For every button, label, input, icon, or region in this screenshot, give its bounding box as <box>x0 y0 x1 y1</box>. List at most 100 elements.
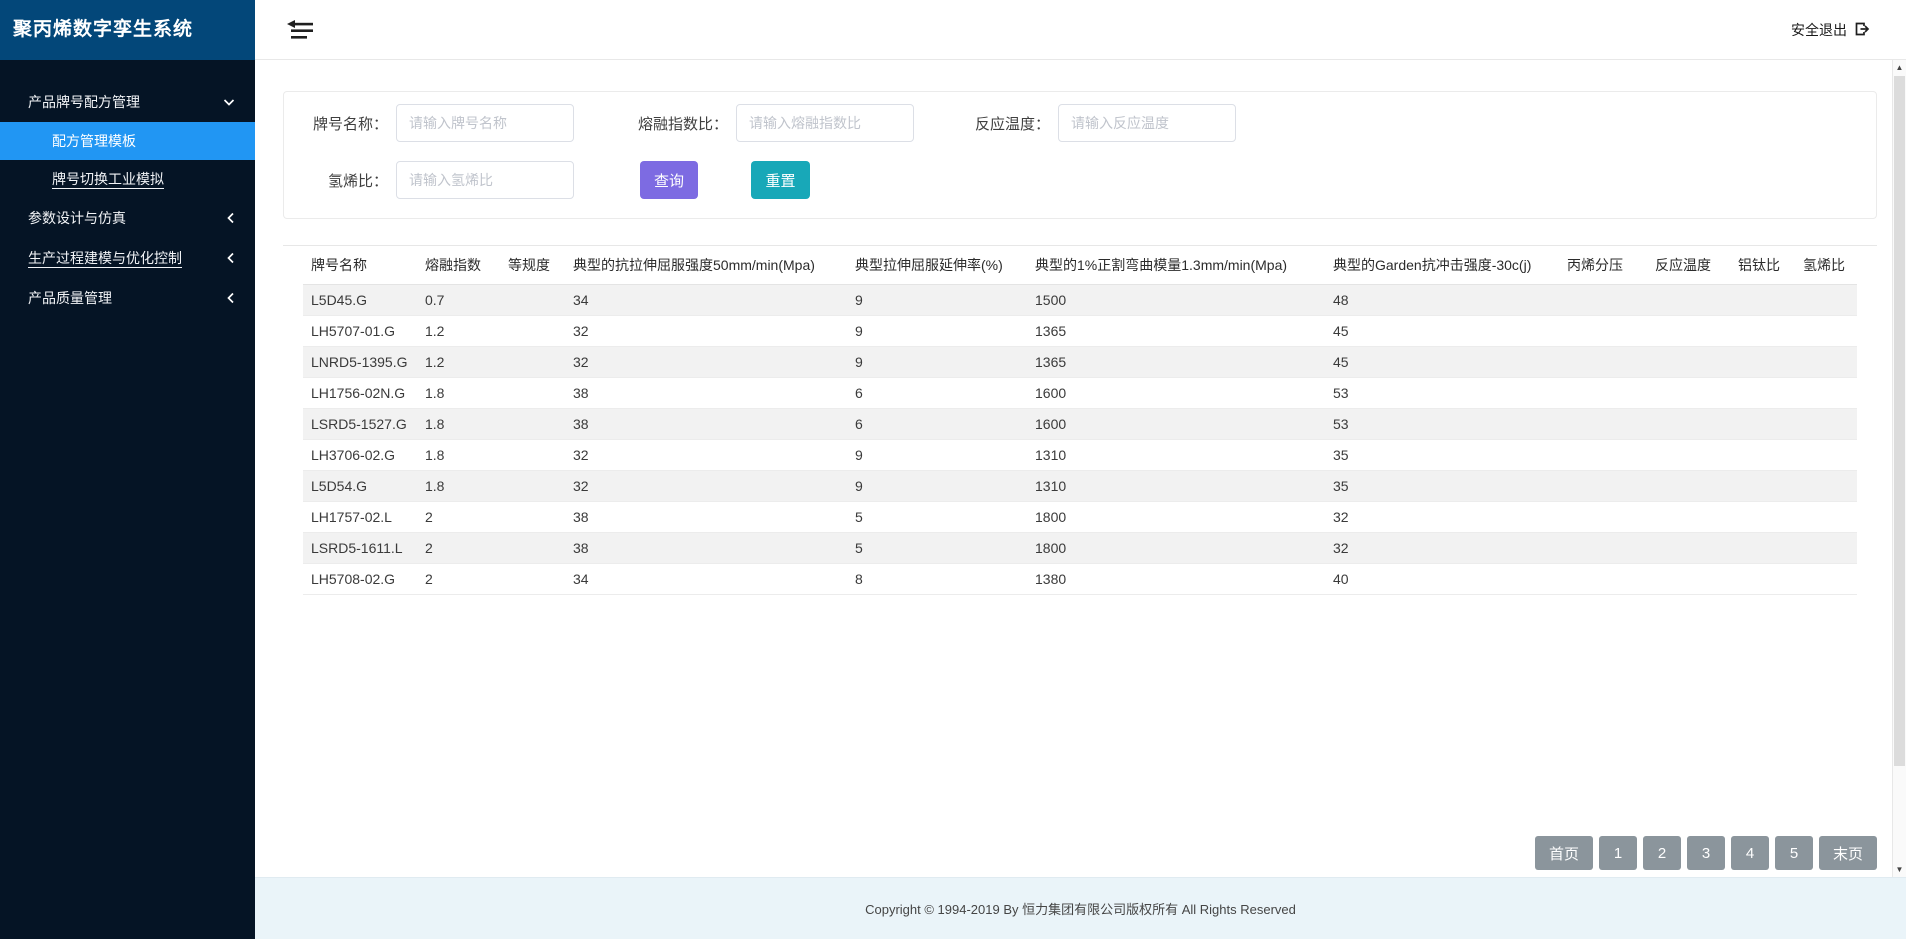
logout-icon <box>1854 21 1870 40</box>
table-row: L5D45.G 0.7 34 9 1500 48 <box>303 284 1857 315</box>
cell-flexural-modulus: 1365 <box>1027 315 1325 346</box>
table-row: LNRD5-1395.G 1.2 32 9 1365 45 <box>303 346 1857 377</box>
cell-yield-elongation: 5 <box>847 501 1027 532</box>
cell-propylene-partial-pressure <box>1559 501 1647 532</box>
cell-tensile-yield-strength: 32 <box>565 315 847 346</box>
cell-isotacticity <box>500 470 565 501</box>
cell-hydrogen-olefin-ratio <box>1795 501 1857 532</box>
cell-hydrogen-olefin-ratio <box>1795 470 1857 501</box>
cell-tensile-yield-strength: 38 <box>565 532 847 563</box>
sidebar-nav: 产品牌号配方管理 配方管理模板 牌号切换工业模拟 参数设计与仿真 生产过程建模与… <box>0 60 255 318</box>
cell-reaction-temperature <box>1647 284 1730 315</box>
top-header: 安全退出 <box>255 0 1906 60</box>
pagination-page-button[interactable]: 4 <box>1731 836 1769 870</box>
cell-gardner-impact: 32 <box>1325 501 1559 532</box>
pagination-first-button[interactable]: 首页 <box>1535 836 1593 870</box>
cell-hydrogen-olefin-ratio <box>1795 439 1857 470</box>
cell-grade-name: LH5708-02.G <box>303 563 417 594</box>
cell-propylene-partial-pressure <box>1559 563 1647 594</box>
reaction-temperature-input[interactable] <box>1058 104 1236 142</box>
cell-flexural-modulus: 1800 <box>1027 532 1325 563</box>
copyright-text: Copyright © 1994-2019 By 恒力集团有限公司版权所有 Al… <box>865 899 1296 918</box>
sidebar-item-label: 配方管理模板 <box>52 133 136 149</box>
app-title: 聚丙烯数字孪生系统 <box>0 0 255 60</box>
hydrogen-olefin-ratio-input[interactable] <box>396 161 574 199</box>
table-header-row: 牌号名称 熔融指数 等规度 典型的抗拉伸屈服强度50mm/min(Mpa) 典型… <box>303 246 1857 284</box>
cell-gardner-impact: 40 <box>1325 563 1559 594</box>
vertical-scrollbar[interactable]: ▲ ▼ <box>1892 60 1906 877</box>
cell-yield-elongation: 9 <box>847 439 1027 470</box>
cell-propylene-partial-pressure <box>1559 470 1647 501</box>
reset-button[interactable]: 重置 <box>751 161 810 199</box>
pagination-page-button[interactable]: 2 <box>1643 836 1681 870</box>
cell-isotacticity <box>500 284 565 315</box>
melt-index-ratio-input[interactable] <box>736 104 914 142</box>
col-reaction-temperature: 反应温度 <box>1647 246 1730 284</box>
cell-tensile-yield-strength: 38 <box>565 408 847 439</box>
cell-hydrogen-olefin-ratio <box>1795 346 1857 377</box>
sidebar-item-product-quality-management[interactable]: 产品质量管理 <box>0 278 255 318</box>
cell-al-ti-ratio <box>1730 470 1795 501</box>
table-panel: 牌号名称 熔融指数 等规度 典型的抗拉伸屈服强度50mm/min(Mpa) 典型… <box>283 245 1877 877</box>
col-tensile-yield-strength: 典型的抗拉伸屈服强度50mm/min(Mpa) <box>565 246 847 284</box>
pagination-page-button[interactable]: 1 <box>1599 836 1637 870</box>
cell-al-ti-ratio <box>1730 346 1795 377</box>
cell-tensile-yield-strength: 38 <box>565 377 847 408</box>
table-row: LSRD5-1527.G 1.8 38 6 1600 53 <box>303 408 1857 439</box>
chevron-down-icon <box>223 82 235 122</box>
sidebar-item-label: 产品质量管理 <box>28 290 112 306</box>
collapse-sidebar-icon[interactable] <box>287 20 314 41</box>
filter-row-1: 牌号名称： 熔融指数比： 反应温度： <box>304 104 1856 142</box>
cell-propylene-partial-pressure <box>1559 284 1647 315</box>
col-hydrogen-olefin-ratio: 氢烯比 <box>1795 246 1857 284</box>
cell-grade-name: LSRD5-1527.G <box>303 408 417 439</box>
cell-melt-index: 1.8 <box>417 470 500 501</box>
pagination-last-button[interactable]: 末页 <box>1819 836 1877 870</box>
sidebar-item-product-grade-recipe-management[interactable]: 产品牌号配方管理 <box>0 82 255 122</box>
cell-flexural-modulus: 1365 <box>1027 346 1325 377</box>
pagination-page-button[interactable]: 3 <box>1687 836 1725 870</box>
cell-reaction-temperature <box>1647 439 1730 470</box>
cell-propylene-partial-pressure <box>1559 346 1647 377</box>
cell-yield-elongation: 9 <box>847 315 1027 346</box>
cell-tensile-yield-strength: 34 <box>565 563 847 594</box>
brand-name-input[interactable] <box>396 104 574 142</box>
cell-gardner-impact: 48 <box>1325 284 1559 315</box>
cell-yield-elongation: 8 <box>847 563 1027 594</box>
cell-al-ti-ratio <box>1730 563 1795 594</box>
sidebar-item-parameter-design-simulation[interactable]: 参数设计与仿真 <box>0 198 255 238</box>
scrollbar-up-arrow-icon[interactable]: ▲ <box>1893 60 1906 75</box>
filter-group-brand-name: 牌号名称： <box>304 104 574 142</box>
brand-name-label: 牌号名称： <box>304 113 388 134</box>
cell-gardner-impact: 35 <box>1325 439 1559 470</box>
sidebar-item-grade-switch-industrial-simulation[interactable]: 牌号切换工业模拟 <box>0 160 255 198</box>
sidebar-item-recipe-management-template[interactable]: 配方管理模板 <box>0 122 255 160</box>
scrollbar-thumb[interactable] <box>1894 76 1905 766</box>
chevron-left-icon <box>226 198 235 238</box>
search-button[interactable]: 查询 <box>640 161 698 199</box>
pagination-page-button[interactable]: 5 <box>1775 836 1813 870</box>
logout-label: 安全退出 <box>1791 20 1847 40</box>
filter-row-2: 氢烯比： 查询 重置 <box>304 161 1856 199</box>
cell-reaction-temperature <box>1647 377 1730 408</box>
cell-al-ti-ratio <box>1730 501 1795 532</box>
cell-reaction-temperature <box>1647 315 1730 346</box>
cell-grade-name: LH1757-02.L <box>303 501 417 532</box>
cell-reaction-temperature <box>1647 346 1730 377</box>
cell-melt-index: 1.8 <box>417 408 500 439</box>
cell-propylene-partial-pressure <box>1559 315 1647 346</box>
cell-flexural-modulus: 1500 <box>1027 284 1325 315</box>
logout-button[interactable]: 安全退出 <box>1791 0 1870 60</box>
cell-yield-elongation: 6 <box>847 408 1027 439</box>
cell-flexural-modulus: 1310 <box>1027 439 1325 470</box>
cell-reaction-temperature <box>1647 470 1730 501</box>
sidebar-item-label: 牌号切换工业模拟 <box>52 171 164 187</box>
sidebar-item-production-process-modeling-control[interactable]: 生产过程建模与优化控制 <box>0 238 255 278</box>
scrollbar-down-arrow-icon[interactable]: ▼ <box>1893 862 1906 877</box>
cell-melt-index: 2 <box>417 532 500 563</box>
filter-group-melt-index-ratio: 熔融指数比： <box>638 104 914 142</box>
table-row: LH5707-01.G 1.2 32 9 1365 45 <box>303 315 1857 346</box>
cell-hydrogen-olefin-ratio <box>1795 408 1857 439</box>
filter-group-hydrogen-olefin-ratio: 氢烯比： <box>304 161 574 199</box>
cell-propylene-partial-pressure <box>1559 439 1647 470</box>
